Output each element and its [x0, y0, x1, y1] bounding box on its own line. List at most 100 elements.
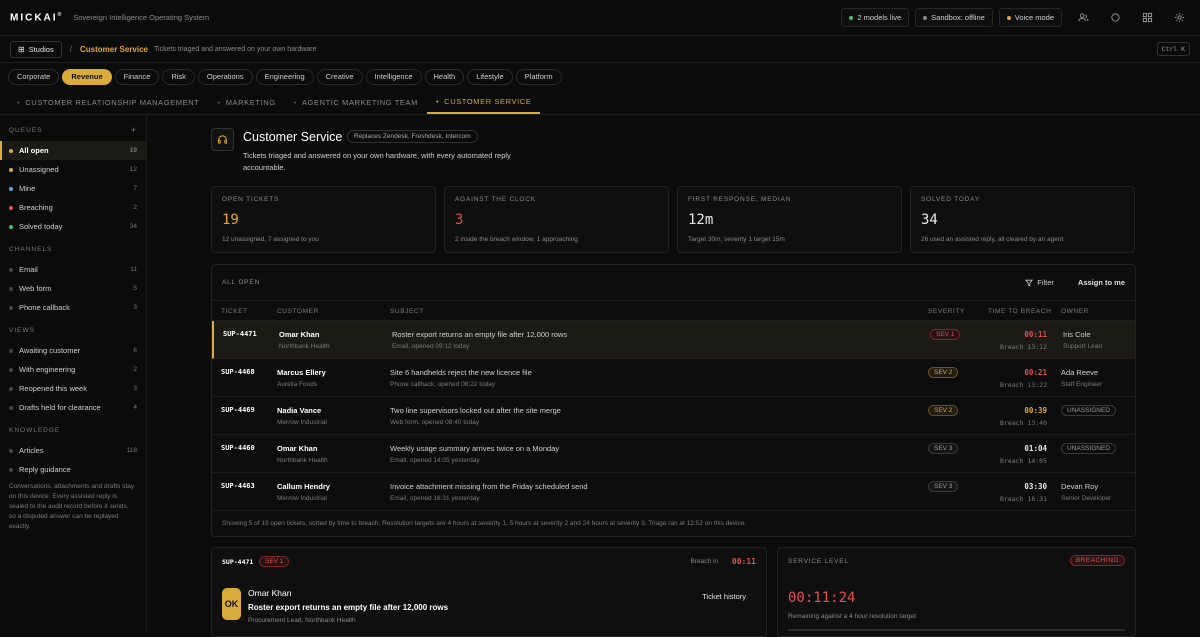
sidebar-item-web-form[interactable]: Web form 5 [0, 279, 146, 298]
sidebar-item-articles[interactable]: Articles 118 [0, 441, 146, 460]
add-queue-button[interactable]: + [131, 125, 137, 135]
breadcrumb-subtitle: Tickets triaged and answered on your own… [154, 45, 317, 53]
bullet [9, 386, 13, 391]
table-row[interactable]: SUP-4469 Nadia Vance Merrow Industrial T… [212, 397, 1135, 435]
channels-section-header: CHANNELS [9, 245, 53, 253]
ticket-id: SUP-4468 [221, 368, 255, 376]
grid-icon: ⊞ [18, 44, 25, 54]
column-time-to-breach[interactable]: TIME TO BREACH [988, 308, 1051, 315]
category-health[interactable]: Health [424, 68, 465, 85]
circle-icon[interactable] [1104, 8, 1126, 27]
sidebar-item-all-open[interactable]: All open 19 [0, 141, 146, 160]
table-row[interactable]: SUP-4468 Marcus Ellery Aurelia Foods Sit… [212, 359, 1135, 397]
category-intelligence[interactable]: Intelligence [365, 68, 422, 85]
status-dot [9, 205, 13, 210]
voice-mode-pill[interactable]: Voice mode [998, 8, 1062, 27]
assign-to-me-button[interactable]: Assign to me [1078, 278, 1125, 287]
severity-badge: SEV 2 [928, 367, 959, 378]
sidebar-item-unassigned[interactable]: Unassigned 12 [0, 160, 146, 179]
category-finance[interactable]: Finance [114, 68, 160, 85]
main-content: Customer Service Replaces Zendesk, Fresh… [147, 115, 1200, 637]
sidebar-item-awaiting-customer[interactable]: Awaiting customer 6 [0, 341, 146, 360]
tab-customer-service[interactable]: • CUSTOMER SERVICE [426, 90, 541, 114]
category-lifestyle[interactable]: Lifestyle [467, 68, 513, 85]
category-revenue[interactable]: Revenue [62, 68, 112, 85]
sandbox-pill[interactable]: Sandbox: offline [915, 8, 993, 27]
detail-customer-name: Omar Khan [248, 588, 292, 598]
customer-name: Marcus Ellery [277, 368, 326, 377]
category-creative[interactable]: Creative [316, 68, 363, 85]
status-dot [9, 186, 13, 191]
breadcrumb-current[interactable]: Customer Service [80, 45, 148, 54]
service-level-title: SERVICE LEVEL [788, 558, 849, 565]
unassigned-badge[interactable]: UNASSIGNED [1061, 405, 1116, 416]
table-row[interactable]: SUP-4460 Omar Khan Northbank Health Week… [212, 435, 1135, 473]
column-subject[interactable]: SUBJECT [390, 308, 424, 315]
customer-org: Northbank Health [279, 343, 330, 350]
table-toolbar: ALL OPEN Filter Assign to me [212, 265, 1135, 301]
ticket-meta: Email, opened 16:31 yesterday [390, 495, 480, 502]
users-icon[interactable] [1072, 8, 1094, 27]
sub-tabs: • CUSTOMER RELATIONSHIP MANAGEMENT • MARKE… [0, 90, 1200, 115]
table-row[interactable]: SUP-4471 Omar Khan Northbank Health Rost… [212, 321, 1135, 359]
studios-button[interactable]: ⊞ Studios [10, 40, 62, 58]
category-operations[interactable]: Operations [197, 68, 253, 85]
stat-solved-today[interactable]: SOLVED TODAY 34 26 used an assisted repl… [910, 186, 1135, 253]
stat-open-tickets[interactable]: OPEN TICKETS 19 12 unassigned, 7 assigne… [211, 186, 436, 253]
table-row[interactable]: SUP-4463 Callum Hendry Merrow Industrial… [212, 473, 1135, 511]
sidebar-item-mine[interactable]: Mine 7 [0, 179, 146, 198]
tab-agentic-marketing[interactable]: • AGENTIC MARKETING TEAM [285, 90, 427, 114]
sidebar-item-email[interactable]: Email 11 [0, 260, 146, 279]
ticket-meta: Phone callback, opened 08:22 today [390, 381, 496, 388]
tab-marketing[interactable]: • MARKETING [208, 90, 284, 114]
unassigned-badge[interactable]: UNASSIGNED [1061, 443, 1116, 454]
breach-time: Breach 16:31 [1000, 495, 1047, 503]
column-owner[interactable]: OWNER [1061, 308, 1089, 315]
sidebar: QUEUES + All open 19 Unassigned 12 Mine 7 Br… [0, 115, 147, 630]
breadcrumb: ⊞ Studios / Customer Service Tickets tria… [0, 36, 1200, 63]
ticket-history-button[interactable]: Ticket history [702, 592, 746, 601]
logo[interactable]: MICKAI® [10, 12, 61, 23]
breach-time: Breach 13:12 [1000, 343, 1047, 351]
column-severity[interactable]: SEVERITY [928, 308, 965, 315]
knowledge-section-header: KNOWLEDGE [9, 426, 61, 434]
bullet [9, 305, 13, 310]
sidebar-item-drafts-held[interactable]: Drafts held for clearance 4 [0, 398, 146, 417]
models-live-pill[interactable]: 2 models live [841, 8, 910, 27]
views-section-header: VIEWS [9, 326, 35, 334]
time-to-breach: 00:39 [1024, 406, 1047, 415]
ticket-id: SUP-4469 [221, 406, 255, 414]
detail-ticket-id: SUP-4471 [222, 558, 254, 566]
customer-name: Nadia Vance [277, 406, 322, 415]
column-ticket[interactable]: TICKET [221, 308, 248, 315]
time-to-breach: 00:11 [1024, 330, 1047, 339]
grid-icon[interactable] [1136, 8, 1158, 27]
stat-against-clock[interactable]: AGAINST THE CLOCK 3 2 inside the breach … [444, 186, 669, 253]
tickets-table: ALL OPEN Filter Assign to me TICKET CUST… [211, 264, 1136, 537]
ticket-subject: Two line supervisors locked out after th… [390, 406, 561, 415]
gear-icon[interactable] [1168, 8, 1190, 27]
severity-badge: SEV 1 [259, 556, 290, 567]
status-dot [9, 167, 13, 172]
ticket-subject: Weekly usage summary arrives twice on a … [390, 444, 560, 453]
page-title: Customer Service [243, 130, 343, 144]
filter-button[interactable]: Filter [1025, 278, 1054, 287]
category-platform[interactable]: Platform [515, 68, 562, 85]
sidebar-item-with-engineering[interactable]: With engineering 2 [0, 360, 146, 379]
stat-first-response[interactable]: FIRST RESPONSE, MEDIAN 12m Target 30m, s… [677, 186, 902, 253]
sidebar-item-reply-guidance[interactable]: Reply guidance [0, 460, 146, 479]
sidebar-item-reopened[interactable]: Reopened this week 3 [0, 379, 146, 398]
tab-crm[interactable]: • CUSTOMER RELATIONSHIP MANAGEMENT [8, 90, 208, 114]
breach-label: Breach in [690, 558, 718, 565]
ticket-subject: Roster export returns an empty file afte… [392, 330, 568, 339]
ticket-subject: Invoice attachment missing from the Frid… [390, 482, 588, 491]
command-shortcut[interactable]: Ctrl K [1156, 42, 1190, 56]
category-risk[interactable]: Risk [162, 68, 195, 85]
service-level-timer: 00:11:24 [788, 590, 856, 606]
category-engineering[interactable]: Engineering [255, 68, 314, 85]
sidebar-item-phone-callback[interactable]: Phone callback 3 [0, 298, 146, 317]
sidebar-item-solved-today[interactable]: Solved today 34 [0, 217, 146, 236]
column-customer[interactable]: CUSTOMER [277, 308, 319, 315]
category-corporate[interactable]: Corporate [8, 68, 60, 85]
sidebar-item-breaching[interactable]: Breaching 2 [0, 198, 146, 217]
